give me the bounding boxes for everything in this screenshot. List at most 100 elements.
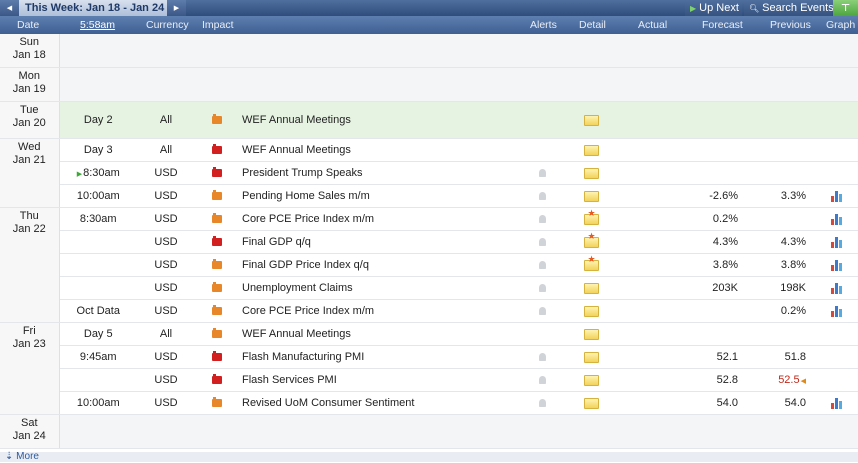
detail-folder-icon[interactable] (583, 114, 599, 126)
table-row[interactable]: USD Final GDP Price Index q/q 3.8% 3.8% (0, 253, 858, 277)
event-time (59, 253, 137, 277)
event-time: Day 5 (59, 322, 137, 346)
event-forecast (676, 161, 746, 185)
alert-bell-icon[interactable] (538, 261, 546, 270)
event-actual (616, 230, 676, 254)
alert-bell-icon[interactable] (538, 353, 546, 362)
filter-button[interactable]: ⊤ (833, 0, 858, 16)
chart-icon[interactable] (830, 282, 842, 294)
event-forecast (676, 138, 746, 162)
event-title[interactable]: Flash Services PMI (238, 368, 518, 392)
event-forecast: 0.2% (676, 207, 746, 231)
alert-bell-icon[interactable] (538, 215, 546, 224)
date: Jan 23 (12, 338, 46, 350)
detail-folder-icon[interactable] (583, 144, 599, 156)
event-previous (746, 322, 814, 346)
col-forecast: Forecast (702, 19, 743, 31)
detail-folder-icon[interactable] (583, 374, 599, 386)
detail-folder-icon[interactable] (583, 305, 599, 317)
chart-icon[interactable] (830, 236, 842, 248)
impact-high-icon (211, 351, 222, 362)
alert-bell-icon[interactable] (538, 238, 546, 247)
table-row[interactable]: USD Flash Services PMI 52.8 52.5◀ (0, 368, 858, 392)
table-row[interactable]: USD Unemployment Claims 203K 198K (0, 276, 858, 300)
impact-medium-icon (211, 397, 222, 408)
revised-marker-icon[interactable]: ◀ (801, 378, 806, 385)
event-actual (616, 391, 676, 415)
detail-folder-icon[interactable] (583, 328, 599, 340)
alert-bell-icon[interactable] (538, 399, 546, 408)
impact-medium-icon (211, 213, 222, 224)
event-title[interactable]: WEF Annual Meetings (238, 322, 518, 346)
detail-folder-icon[interactable] (583, 282, 599, 294)
event-previous (746, 138, 814, 162)
chart-icon[interactable] (830, 259, 842, 271)
event-title[interactable]: Flash Manufacturing PMI (238, 345, 518, 369)
alert-bell-icon[interactable] (538, 376, 546, 385)
event-time: Day 3 (59, 138, 137, 162)
table-row[interactable]: 10:00am USD Revised UoM Consumer Sentime… (0, 391, 858, 415)
table-row[interactable]: USD Final GDP q/q 4.3% 4.3% (0, 230, 858, 254)
detail-folder-new-icon[interactable] (583, 231, 599, 248)
chart-icon[interactable] (830, 305, 842, 317)
up-next-button[interactable]: ▶ Up Next (685, 0, 742, 16)
table-row[interactable]: Fri Jan 23 Day 5 All WEF Annual Meetings (0, 322, 858, 415)
event-actual (616, 138, 676, 162)
table-row[interactable]: 10:00am USD Pending Home Sales m/m -2.6%… (0, 184, 858, 208)
day-cell: Mon Jan 19 (0, 67, 60, 102)
event-title[interactable]: Final GDP q/q (238, 230, 518, 254)
detail-folder-icon[interactable] (583, 167, 599, 179)
event-title[interactable]: WEF Annual Meetings (238, 138, 518, 162)
next-week-button[interactable]: ▶ (167, 0, 186, 16)
chart-icon[interactable] (830, 213, 842, 225)
table-row[interactable]: Tue Jan 20 Day 2 All WEF Annual Meetings (0, 101, 858, 139)
event-forecast: 52.8 (676, 368, 746, 392)
event-title[interactable]: Core PCE Price Index m/m (238, 299, 518, 323)
event-title[interactable]: Pending Home Sales m/m (238, 184, 518, 208)
search-events-button[interactable]: 🔍︎ Search Events (744, 0, 834, 16)
weekday: Fri (22, 325, 36, 337)
event-title[interactable]: WEF Annual Meetings (238, 101, 518, 139)
detail-folder-new-icon[interactable] (583, 254, 599, 271)
upcoming-play-icon: ▶ (76, 171, 83, 178)
chevron-left-icon: ◀ (6, 5, 13, 12)
previous-week-button[interactable]: ◀ (0, 0, 19, 16)
alert-bell-icon[interactable] (538, 192, 546, 201)
impact-high-icon (211, 144, 222, 155)
event-forecast: -2.6% (676, 184, 746, 208)
event-title[interactable]: Core PCE Price Index m/m (238, 207, 518, 231)
alert-bell-icon[interactable] (538, 307, 546, 316)
event-currency: USD (137, 299, 195, 323)
table-row[interactable]: Thu Jan 22 8:30am USD Core PCE Price Inde… (0, 207, 858, 323)
chart-icon[interactable] (830, 397, 842, 409)
event-forecast: 203K (676, 276, 746, 300)
up-next-label: Up Next (699, 2, 739, 14)
table-row[interactable]: 9:45am USD Flash Manufacturing PMI 52.1 … (0, 345, 858, 369)
day-cell: Thu Jan 22 (0, 207, 60, 323)
detail-folder-icon[interactable] (583, 351, 599, 363)
calendar-toolbar: ◀ This Week: Jan 18 - Jan 24 ▶ ▶ Up Next … (0, 0, 858, 16)
alert-bell-icon[interactable] (538, 284, 546, 293)
chart-icon[interactable] (830, 190, 842, 202)
revised-previous-value: 52.5 (778, 374, 800, 386)
impact-high-icon (211, 236, 222, 247)
current-time-link[interactable]: 5:58am (80, 16, 115, 34)
detail-folder-icon[interactable] (583, 397, 599, 409)
week-title[interactable]: This Week: Jan 18 - Jan 24 (19, 0, 167, 16)
detail-folder-icon[interactable] (583, 190, 599, 202)
table-row[interactable]: Oct Data USD Core PCE Price Index m/m 0.… (0, 299, 858, 323)
event-currency: All (137, 138, 195, 162)
event-currency: USD (137, 161, 195, 185)
table-row[interactable]: ▶8:30am USD President Trump Speaks (0, 161, 858, 185)
event-previous (746, 161, 814, 185)
more-link[interactable]: ⇣ More (5, 451, 39, 463)
event-title[interactable]: Final GDP Price Index q/q (238, 253, 518, 277)
event-title[interactable]: Revised UoM Consumer Sentiment (238, 391, 518, 415)
event-title[interactable]: President Trump Speaks (238, 161, 518, 185)
detail-folder-new-icon[interactable] (583, 208, 599, 225)
table-row[interactable]: Wed Jan 21 Day 3 All WEF Annual Meetings (0, 138, 858, 208)
event-title[interactable]: Unemployment Claims (238, 276, 518, 300)
alert-bell-icon[interactable] (538, 169, 546, 178)
event-time: Day 2 (59, 101, 137, 139)
event-currency: USD (137, 276, 195, 300)
